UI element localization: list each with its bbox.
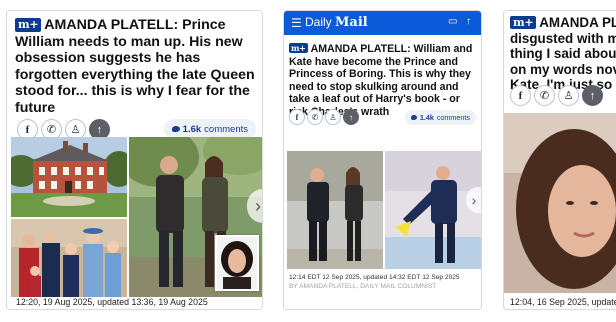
article-byline[interactable]: By AMANDA PLATELL, DAILY MAIL COLUMNIST [289, 283, 460, 292]
kate-closeup-photo[interactable] [504, 113, 616, 293]
facebook-icon[interactable]: f [510, 85, 531, 106]
comments-button[interactable]: 1.6k comments [163, 119, 256, 139]
article-headline[interactable]: m+ AMANDA PLATELL: Prince William needs t… [15, 17, 259, 117]
comment-label: comments [204, 123, 248, 135]
chat-icon[interactable]: ▭ [448, 16, 457, 27]
headline-line-2: disgusted with m [510, 30, 616, 46]
harry-sports-photo[interactable] [385, 151, 481, 269]
article-timestamp: 12:20, 19 Aug 2025, updated 13:36, 19 Au… [16, 297, 208, 307]
article-timestamp: 12:14 EDT 12 Sep 2025, updated 14:32 EDT… [289, 274, 460, 281]
article-meta: 12:14 EDT 12 Sep 2025, updated 14:32 EDT… [289, 274, 460, 291]
snapchat-icon[interactable]: ♙ [325, 109, 341, 125]
mail-plus-badge: m+ [289, 43, 308, 53]
whatsapp-icon[interactable]: ✆ [307, 109, 323, 125]
menu-icon[interactable]: ☰ [291, 16, 302, 30]
headline-text: AMANDA PLATELL: Prince William needs to … [15, 17, 255, 116]
william-kate-event-photo[interactable] [287, 151, 383, 269]
share-bar: f ✆ ♙ ↑ [289, 109, 361, 125]
article-card-william-man-up[interactable]: m+ AMANDA PLATELL: Prince William needs t… [6, 10, 263, 310]
headline-line-3: thing I said abou [510, 46, 616, 62]
headline-line-1: AMANDA PL [539, 15, 616, 30]
mail-plus-badge: m+ [510, 16, 537, 29]
comment-count: 1.4k [419, 113, 434, 122]
mail-plus-badge: m+ [15, 18, 42, 32]
facebook-icon[interactable]: f [289, 109, 305, 125]
headline-line-4: on my words nov [510, 61, 616, 77]
snapchat-icon[interactable]: ♙ [558, 85, 579, 106]
share-icon[interactable]: ↑ [582, 85, 603, 106]
article-headline[interactable]: m+ AMANDA PLATELL: William and Kate have … [289, 43, 479, 119]
comment-bubble-icon [171, 126, 180, 132]
article-card-disgusted[interactable]: m+ AMANDA PL disgusted with m thing I sai… [503, 10, 616, 310]
article-headline[interactable]: m+ AMANDA PL disgusted with m thing I sai… [510, 15, 616, 93]
comment-label: comments [436, 113, 470, 122]
share-bar: f ✆ ♙ ↑ [510, 85, 606, 106]
author-headshot-inset [215, 235, 259, 291]
next-arrow-icon[interactable]: › [466, 187, 481, 213]
header-share-icon[interactable]: ↑ [466, 16, 471, 27]
comment-count: 1.6k [182, 123, 202, 135]
whatsapp-icon[interactable]: ✆ [534, 85, 555, 106]
house-photo[interactable] [11, 137, 127, 217]
article-card-prince-princess-of-boring[interactable]: ☰ Daily Mail ▭ ↑ m+ AMANDA PLATELL: Willi… [283, 10, 482, 310]
royal-family-photo[interactable] [11, 219, 127, 297]
comments-button[interactable]: 1.4k comments [404, 110, 476, 125]
app-logo[interactable]: Daily Mail [305, 15, 368, 30]
share-icon[interactable]: ↑ [343, 109, 359, 125]
headline-text: AMANDA PLATELL: William and Kate have be… [289, 43, 473, 118]
comment-bubble-icon [410, 115, 417, 120]
article-timestamp: 12:04, 16 Sep 2025, updated [510, 297, 616, 307]
app-header: ☰ Daily Mail ▭ ↑ [284, 11, 481, 35]
